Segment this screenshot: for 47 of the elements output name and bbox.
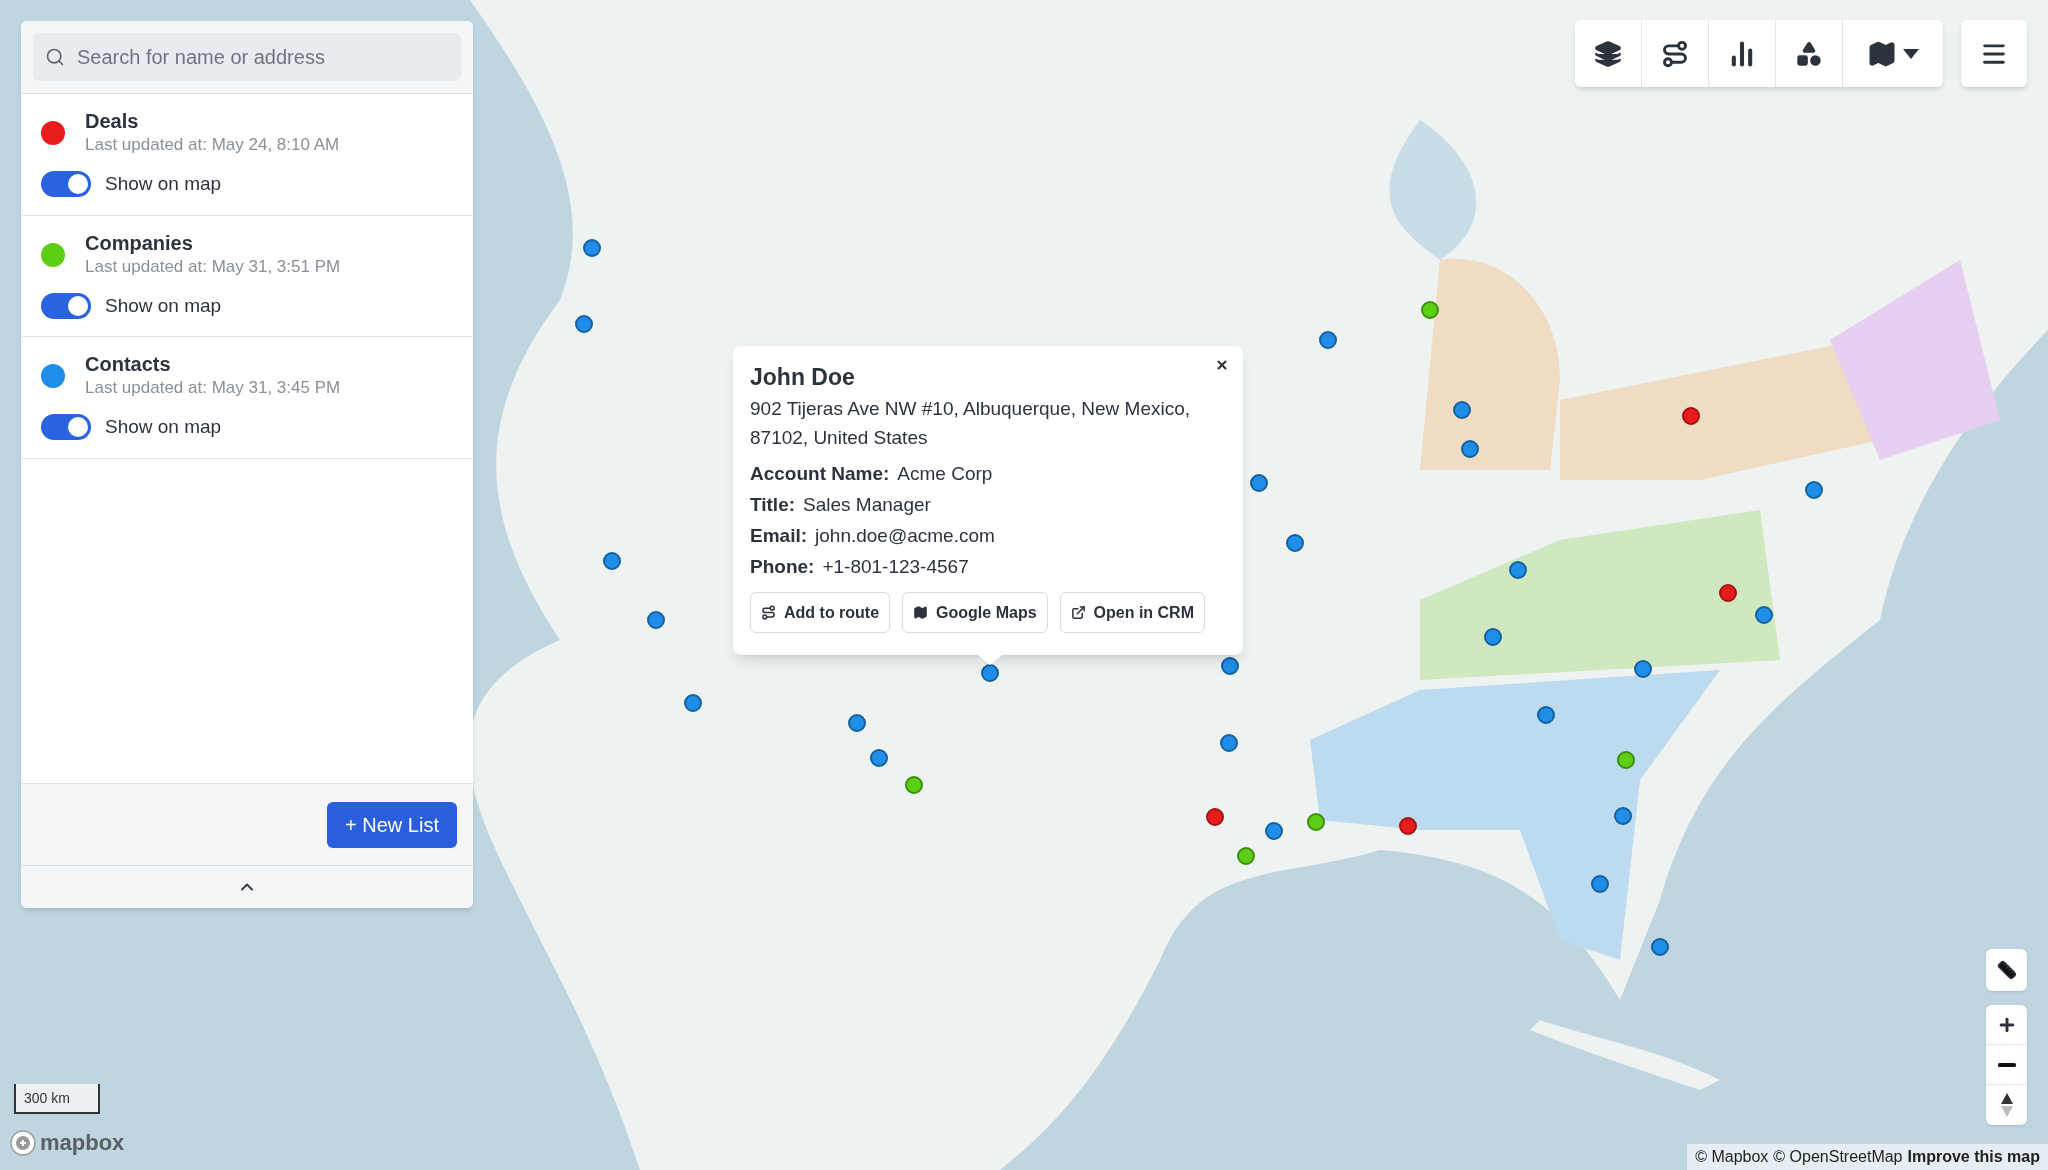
minus-icon [1997,1062,2016,1067]
list-name: Companies [85,230,194,256]
new-list-button[interactable]: + New List [327,801,457,848]
field-label: Account Name: [750,462,890,486]
popup-action-button[interactable]: Open in CRM [1059,592,1205,633]
attribution-link[interactable]: © OpenStreetMap [1773,1145,1903,1169]
route-icon [761,605,776,620]
popup-action-button[interactable]: Google Maps [902,592,1048,633]
list-name: Deals [85,109,140,134]
contact-address: 902 Tijeras Ave NW #10, Albuquerque, New Mexico, 87102, United States [750,397,1192,450]
toggle-label: Show on map [105,172,222,196]
menu-button[interactable] [1961,20,2027,87]
close-icon [1215,358,1229,372]
contact-name: John Doe [750,363,855,392]
toggle-switch[interactable] [41,171,91,198]
scale-bar: 300 km [14,1084,100,1114]
ruler-icon [1996,960,2017,980]
improve-map-link[interactable]: Improve this map [1907,1145,2040,1169]
list-name: Contacts [85,352,172,377]
toggle-label: Show on map [105,415,222,439]
field-label: Phone: [750,555,815,579]
toggle-switch[interactable] [41,414,91,441]
shapes-icon [1795,39,1823,68]
field-value: john.doe@acme.com [815,524,995,548]
last-updated-text: Last updated at: May 31, 3:45 PM [85,377,341,399]
toggle-switch[interactable] [41,292,91,319]
attribution-link[interactable]: © Mapbox [1695,1145,1769,1169]
external-link-icon [1070,605,1086,620]
search-icon [45,47,65,67]
layers-icon [1594,39,1622,68]
field-label: Email: [750,524,808,548]
search-field[interactable]: Search for name or address [33,33,461,81]
field-label: Title: [750,493,796,517]
caret-down-icon [1903,48,1919,59]
compass-icon [2000,1093,2013,1117]
last-updated-text: Last updated at: May 24, 8:10 AM [85,134,340,156]
measure-button[interactable] [1986,949,2027,991]
last-updated-text: Last updated at: May 31, 3:51 PM [85,255,341,278]
field-value: Sales Manager [803,493,931,517]
popup-action-button[interactable]: Add to route [750,592,891,633]
route-icon [1661,39,1689,68]
field-value: Acme Corp [897,462,993,486]
logo-text: mapbox [40,1132,125,1154]
field-value: +1-801-123-4567 [822,555,969,579]
logo-icon [10,1130,36,1156]
map-icon [913,605,929,620]
toggle-label: Show on map [105,293,222,318]
